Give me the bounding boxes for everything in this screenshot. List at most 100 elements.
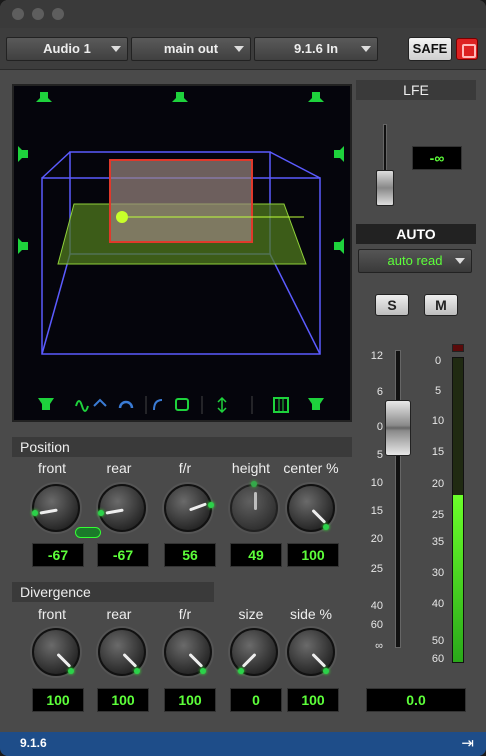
position-rear-value[interactable]: -67 — [97, 543, 149, 567]
chevron-down-icon — [111, 46, 121, 52]
fader-value[interactable]: 0.0 — [366, 688, 466, 712]
knob-indicator — [311, 508, 327, 524]
main-fader-track — [395, 350, 401, 648]
knob-dot — [134, 668, 140, 674]
output-selector[interactable]: main out — [131, 37, 251, 61]
panner-3d-view[interactable] — [14, 86, 350, 420]
knob-indicator — [56, 652, 72, 668]
speaker-icon — [18, 146, 28, 162]
speaker-icon — [334, 238, 344, 254]
knob-dot — [200, 668, 206, 674]
fader-scale-tick: 6 — [376, 386, 383, 398]
divergence-size-value[interactable]: 0 — [230, 688, 282, 712]
position-rear-knob[interactable] — [98, 484, 146, 532]
position-rear-label: rear — [106, 460, 132, 476]
layer-icon — [175, 398, 189, 411]
meter-scale-tick: 20 — [431, 478, 445, 490]
position-height-value[interactable]: 49 — [230, 543, 282, 567]
clip-indicator[interactable] — [452, 344, 464, 352]
speaker-icon — [308, 92, 324, 102]
divergence-size-knob[interactable] — [230, 628, 278, 676]
divergence-rear-label: rear — [106, 606, 132, 622]
fader-scale-tick: 15 — [370, 505, 383, 517]
divergence-rear-value[interactable]: 100 — [97, 688, 149, 712]
position-center-label: center % — [283, 460, 339, 476]
mute-button[interactable]: M — [424, 294, 458, 316]
divergence-front-value[interactable]: 100 — [32, 688, 84, 712]
fader-scale-tick: 60 — [370, 619, 383, 631]
chevron-down-icon — [234, 46, 244, 52]
fader-scale-tick: 10 — [370, 477, 383, 489]
position-fr-label: f/r — [178, 460, 192, 476]
meter-scale-tick: 40 — [431, 598, 445, 610]
fader-scale-tick: ∞ — [375, 640, 383, 652]
speaker-icon — [36, 92, 52, 102]
panner-display[interactable] — [12, 84, 352, 422]
record-enable-button[interactable] — [456, 38, 478, 60]
position-front-knob[interactable] — [32, 484, 80, 532]
fader-scale-tick: 20 — [370, 533, 383, 545]
lfe-header: LFE — [356, 80, 476, 100]
arc-icon — [118, 400, 134, 409]
fader-scale-tick: 25 — [370, 563, 383, 575]
output-arrow-icon[interactable]: ⇥ — [461, 734, 474, 752]
close-window-button[interactable] — [12, 8, 24, 20]
level-meter-fill — [453, 494, 463, 662]
divergence-rear-knob[interactable] — [98, 628, 146, 676]
meter-scale-tick: 10 — [431, 415, 445, 427]
divergence-front-knob[interactable] — [32, 628, 80, 676]
divergence-side-knob[interactable] — [287, 628, 335, 676]
speaker-icon — [38, 398, 54, 410]
knob-indicator — [188, 652, 204, 668]
curve-icon — [153, 399, 163, 411]
chevron-down-icon — [455, 258, 465, 264]
main-fader-handle[interactable] — [385, 400, 411, 456]
title-bar — [0, 0, 486, 28]
panner-tools — [75, 396, 289, 414]
position-front-value[interactable]: -67 — [32, 543, 84, 567]
divergence-side-value[interactable]: 100 — [287, 688, 339, 712]
fader-scale-tick: 40 — [370, 600, 383, 612]
knob-dot — [208, 502, 214, 508]
knob-indicator — [188, 502, 207, 512]
track-selector[interactable]: Audio 1 — [6, 37, 128, 61]
chevron-down-icon — [361, 46, 371, 52]
automation-mode-selector[interactable]: auto read — [358, 249, 472, 273]
lfe-fader-handle[interactable] — [376, 170, 394, 206]
divergence-size-label: size — [238, 606, 264, 622]
auto-header: AUTO — [356, 224, 476, 244]
speaker-icon — [18, 238, 28, 254]
status-bar: 9.1.6 ⇥ — [0, 732, 486, 756]
safe-button[interactable]: SAFE — [408, 37, 452, 61]
link-icon[interactable] — [75, 527, 101, 538]
position-fr-value[interactable]: 56 — [164, 543, 216, 567]
divergence-fr-knob[interactable] — [164, 628, 212, 676]
meter-scale-tick: 60 — [431, 653, 445, 665]
source-position-handle[interactable] — [116, 211, 128, 223]
path-tool-icon — [75, 400, 89, 412]
speaker-icon — [334, 146, 344, 162]
knob-dot — [238, 668, 244, 674]
lfe-value[interactable]: -∞ — [412, 146, 462, 170]
meter-scale-tick: 35 — [431, 536, 445, 548]
fader-scale-tick: 12 — [370, 350, 383, 362]
position-height-knob[interactable] — [230, 481, 278, 532]
meter-scale-tick: 50 — [431, 635, 445, 647]
meter-scale-tick: 5 — [434, 385, 442, 397]
knob-dot — [323, 524, 329, 530]
meter-scale-tick: 0 — [434, 355, 442, 367]
divergence-front-label: front — [37, 606, 66, 622]
knob-dot — [32, 510, 38, 516]
track-selector-label: Audio 1 — [43, 41, 91, 56]
format-selector[interactable]: 9.1.6 In — [254, 37, 378, 61]
position-section-header: Position — [12, 437, 352, 457]
knob-indicator — [241, 652, 257, 668]
position-center-value[interactable]: 100 — [287, 543, 339, 567]
minimize-window-button[interactable] — [32, 8, 44, 20]
divergence-fr-value[interactable]: 100 — [164, 688, 216, 712]
position-center-knob[interactable] — [287, 484, 335, 532]
meter-scale-tick: 15 — [431, 446, 445, 458]
solo-button[interactable]: S — [375, 294, 409, 316]
zoom-window-button[interactable] — [52, 8, 64, 20]
position-fr-knob[interactable] — [164, 484, 214, 532]
